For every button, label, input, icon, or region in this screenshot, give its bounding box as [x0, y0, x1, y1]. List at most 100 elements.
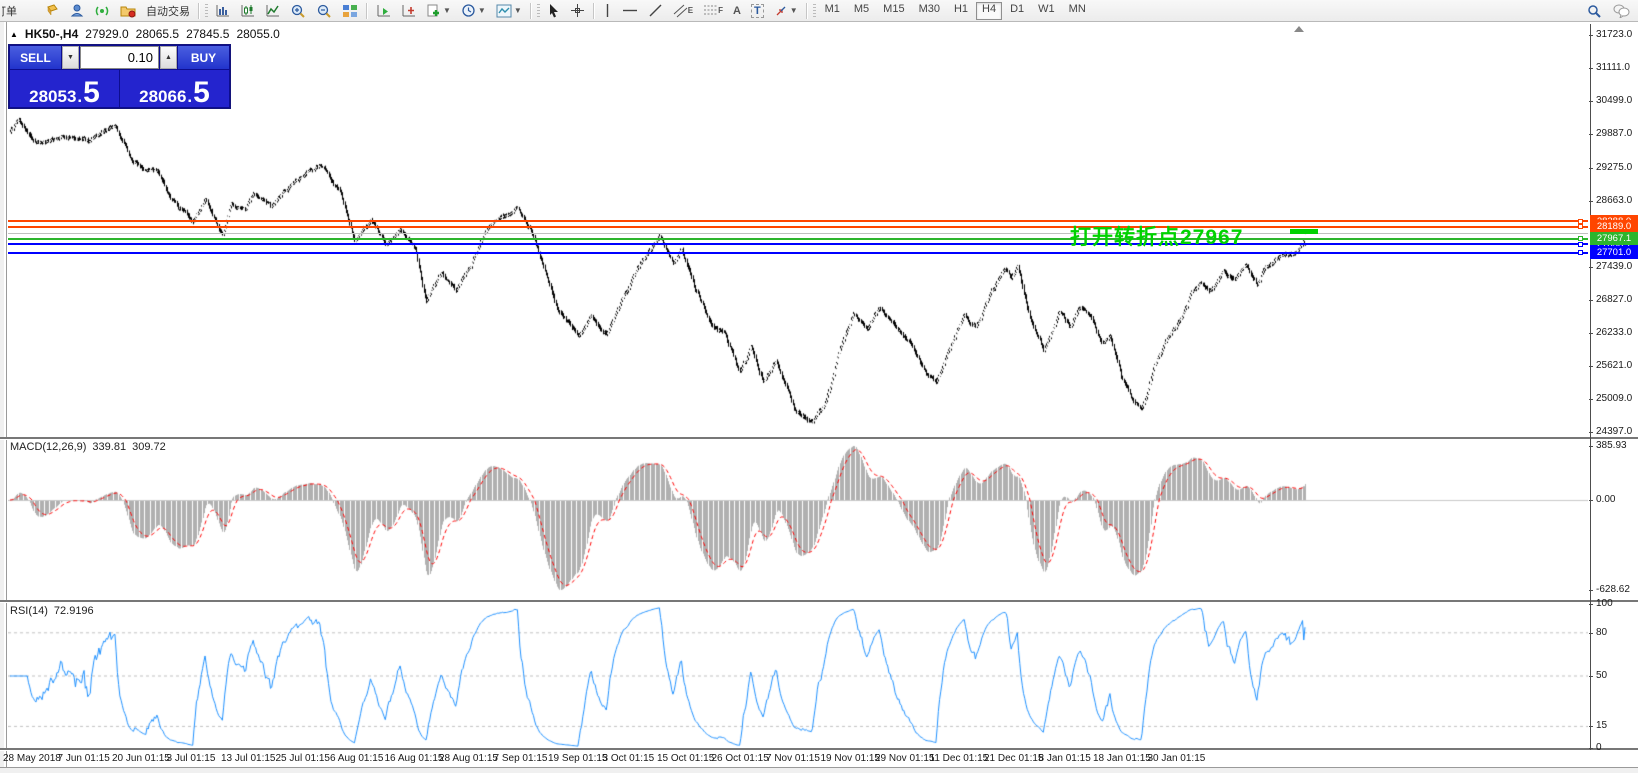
sell-price-display[interactable]: 28053.5 — [10, 70, 119, 107]
date-tick: 7 Nov 01:15 — [766, 753, 820, 764]
axis-tick-mark — [1589, 300, 1593, 301]
tf-mn-button[interactable]: MN — [1063, 2, 1092, 20]
cursor-button[interactable] — [543, 1, 564, 21]
new-chart-icon — [45, 3, 60, 18]
profile-icon — [70, 3, 85, 18]
tf-h1-button[interactable]: H1 — [948, 2, 974, 20]
candlestick-plot[interactable] — [8, 24, 1588, 437]
tf-m30-button[interactable]: M30 — [913, 2, 946, 20]
line-chart-icon — [265, 3, 280, 18]
macd-title: MACD(12,26,9) — [10, 441, 86, 453]
price-hline[interactable] — [8, 233, 1588, 234]
hline-handle[interactable] — [1578, 219, 1583, 224]
arrows-button[interactable]: ▼ — [770, 1, 802, 21]
autotrading-button[interactable]: 自动交易 — [142, 1, 194, 21]
buy-price-main: 28066 — [139, 88, 186, 105]
new-chart-button[interactable] — [41, 1, 64, 21]
autotrading-label: 自动交易 — [146, 3, 190, 19]
trendline-button[interactable] — [644, 1, 667, 21]
periods-button[interactable]: ▼ — [457, 1, 490, 21]
toolbar-grip — [537, 4, 540, 18]
tf-h4-button[interactable]: H4 — [976, 2, 1002, 20]
tf-m5-button[interactable]: M5 — [848, 2, 875, 20]
macd-rsi-divider[interactable] — [0, 600, 1638, 603]
hline-handle[interactable] — [1578, 224, 1583, 229]
hline-handle[interactable] — [1578, 236, 1583, 241]
candlestick-chart-button[interactable] — [236, 1, 259, 21]
tf-m1-button[interactable]: M1 — [819, 2, 846, 20]
price-tick: 25621.0 — [1596, 360, 1638, 371]
annotation-text[interactable]: 打开转折点27967 — [1070, 221, 1243, 251]
equidistant-channel-button[interactable]: E — [669, 1, 697, 21]
toolbar-separator — [366, 3, 368, 19]
zoom-out-button[interactable] — [312, 1, 336, 21]
price-hline[interactable] — [8, 226, 1588, 228]
axis-tick-mark — [1589, 168, 1593, 169]
trading-platform-window: 订单 自动交易 ▼ ▼ ▼ E F A T ▼ M1 M5 M15 M30 — [0, 0, 1638, 773]
price-hline[interactable] — [8, 252, 1588, 254]
template-icon — [496, 4, 512, 18]
date-tick: 7 Jun 01:15 — [58, 753, 110, 764]
chat-icon — [1612, 3, 1630, 18]
trendline-icon — [648, 3, 663, 18]
axis-tick-mark — [1589, 35, 1593, 36]
tf-m15-button[interactable]: M15 — [877, 2, 910, 20]
chat-button[interactable] — [1608, 1, 1634, 21]
volume-input[interactable] — [81, 47, 158, 68]
indicators-button[interactable]: ▼ — [422, 1, 455, 21]
ohlc-close: 28055.0 — [236, 27, 279, 41]
chart-shift-marker[interactable] — [1294, 26, 1304, 32]
line-chart-button[interactable] — [261, 1, 284, 21]
fibo-f-label: F — [718, 6, 723, 15]
macd-plot[interactable] — [8, 439, 1588, 600]
price-hline[interactable] — [8, 238, 1588, 240]
chart-collapse-arrow[interactable]: ▲ — [10, 30, 18, 39]
signals-button[interactable] — [91, 1, 114, 21]
profiles-button[interactable] — [66, 1, 89, 21]
chart-shift-icon — [401, 3, 416, 18]
price-hline[interactable] — [8, 220, 1588, 222]
bar-chart-button[interactable] — [211, 1, 234, 21]
macd-main-value: 339.81 — [92, 441, 126, 453]
new-order-button[interactable]: 订单 — [1, 1, 39, 21]
date-tick: 16 Aug 01:15 — [385, 753, 444, 764]
rsi-plot[interactable] — [8, 603, 1588, 748]
window-bottom-edge — [0, 767, 1638, 773]
axis-tick-mark — [1589, 366, 1593, 367]
hline-handle[interactable] — [1578, 250, 1583, 255]
price-tick: 29275.0 — [1596, 162, 1638, 173]
chart-shift-button[interactable] — [397, 1, 420, 21]
price-hline[interactable] — [8, 243, 1588, 245]
dropdown-arrow-icon: ▼ — [478, 6, 486, 15]
hline-handle[interactable] — [1578, 242, 1583, 247]
buy-button[interactable]: BUY — [178, 46, 229, 69]
templates-button[interactable]: ▼ — [492, 1, 526, 21]
volume-decrease-button[interactable]: ▼ — [62, 46, 79, 69]
horizontal-line-button[interactable] — [618, 1, 642, 21]
main-macd-divider[interactable] — [0, 437, 1638, 440]
text-a-icon: A — [733, 5, 741, 17]
zoom-in-button[interactable] — [286, 1, 310, 21]
buy-price-display[interactable]: 28066.5 — [120, 70, 229, 107]
annotation-dash[interactable] — [1290, 229, 1318, 234]
vertical-line-button[interactable] — [599, 1, 616, 21]
sell-button[interactable]: SELL — [10, 46, 61, 69]
auto-scroll-button[interactable] — [372, 1, 395, 21]
horizontal-line-icon — [622, 3, 638, 18]
tf-d1-button[interactable]: D1 — [1004, 2, 1030, 20]
date-tick: 19 Nov 01:15 — [821, 753, 881, 764]
text-button[interactable]: A — [729, 1, 745, 21]
hline-price-tag: 27967.1 — [1590, 232, 1638, 245]
date-tick: 20 Jun 01:15 — [112, 753, 170, 764]
tf-w1-button[interactable]: W1 — [1032, 2, 1061, 20]
price-tick: 31723.0 — [1596, 29, 1638, 40]
volume-increase-button[interactable]: ▲ — [160, 46, 177, 69]
crosshair-button[interactable] — [566, 1, 589, 21]
history-center-button[interactable] — [116, 1, 140, 21]
search-button[interactable] — [1582, 1, 1606, 21]
tile-windows-button[interactable] — [338, 1, 362, 21]
fibonacci-button[interactable]: F — [699, 1, 727, 21]
text-label-t-icon: T — [751, 4, 764, 18]
ohlc-low: 27845.5 — [186, 27, 229, 41]
text-label-button[interactable]: T — [747, 1, 768, 21]
